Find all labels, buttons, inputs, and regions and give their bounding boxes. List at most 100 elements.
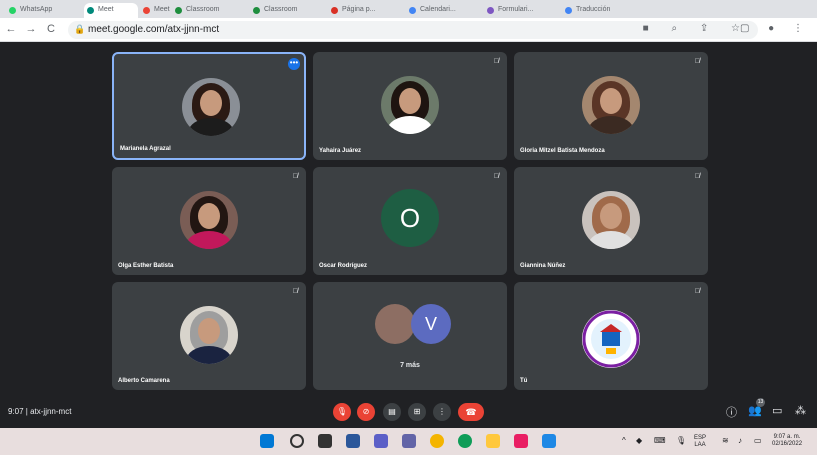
participant-avatar xyxy=(582,76,640,134)
participant-avatar xyxy=(582,191,640,249)
back-icon[interactable]: ← xyxy=(4,22,18,36)
wifi-icon[interactable]: ≋ xyxy=(722,436,729,445)
edge-icon[interactable] xyxy=(458,434,472,448)
mic-toggle-button[interactable]: 🎙 xyxy=(333,403,351,421)
tab-label: Meet xyxy=(98,6,114,13)
tab-label: Calendari... xyxy=(420,6,456,13)
meet-stage: ••• Marianela Agrazal 🎙̸ Yahaira Juárez … xyxy=(0,42,817,396)
more-options-button[interactable]: ⋮ xyxy=(433,403,451,421)
tab-favicon-icon xyxy=(331,7,338,14)
participant-avatar xyxy=(180,306,238,364)
participant-name: Alberto Camarena xyxy=(118,378,170,384)
battery-icon[interactable]: ▭ xyxy=(754,436,762,445)
browser-tab[interactable]: Formulari... xyxy=(484,3,560,18)
participant-avatar xyxy=(381,76,439,134)
browser-tab[interactable]: Classroom xyxy=(250,3,326,18)
tab-label: Classroom xyxy=(264,6,298,13)
language-indicator[interactable]: ESP LAA xyxy=(694,435,706,449)
browser-tab[interactable]: Meet xyxy=(84,3,138,18)
participant-stack: V xyxy=(375,304,455,344)
browser-tab[interactable]: Classroom xyxy=(172,3,248,18)
mic-off-icon: 🎙̸ xyxy=(493,58,499,65)
chrome-icon[interactable] xyxy=(430,434,444,448)
clock[interactable]: 9:07 a. m. 02/16/2022 xyxy=(772,434,802,448)
chat-icon[interactable]: ▭ xyxy=(772,404,782,417)
participant-name: Tú xyxy=(520,378,528,384)
mic-off-icon: 🎙̸ xyxy=(694,288,700,295)
teams-icon[interactable] xyxy=(402,434,416,448)
participant-avatar-letter: O xyxy=(381,189,439,247)
participant-tile[interactable]: 🎙̸ Gloria Mitzel Batista Mendoza xyxy=(514,52,708,160)
tab-favicon-icon xyxy=(487,7,494,14)
participant-avatar xyxy=(182,78,240,136)
address-bar[interactable]: 🔒 meet.google.com/atx-jjnn-mct ■ ⌕ ⇪ ☆ xyxy=(68,21,758,39)
participant-tile[interactable]: 🎙̸ Olga Esther Batista xyxy=(112,167,306,275)
participant-name: Olga Esther Batista xyxy=(118,263,174,269)
mic-off-icon: 🎙̸ xyxy=(292,288,298,295)
more-participants-count: 7 más xyxy=(400,362,420,369)
tab-favicon-icon xyxy=(409,7,416,14)
tab-label: Traducción xyxy=(576,6,611,13)
tab-label: Formulari... xyxy=(498,6,534,13)
tab-favicon-icon xyxy=(9,7,16,14)
participant-tile[interactable]: 🎙̸ O Oscar Rodríguez xyxy=(313,167,507,275)
mic-off-icon: 🎙̸ xyxy=(694,58,700,65)
tab-favicon-icon xyxy=(565,7,572,14)
tab-label: WhatsApp xyxy=(20,6,53,13)
participant-name: Gloria Mitzel Batista Mendoza xyxy=(520,148,605,154)
browser-toolbar: ← → C 🔒 meet.google.com/atx-jjnn-mct ■ ⌕… xyxy=(0,18,817,42)
participant-avatar-letter: V xyxy=(411,304,451,344)
forward-icon[interactable]: → xyxy=(24,22,38,36)
mic-tray-icon[interactable]: 🎙 xyxy=(676,436,686,445)
region-code: LAA xyxy=(694,442,706,448)
tray-app-icon[interactable]: ◆ xyxy=(636,436,642,445)
windows-start-icon[interactable] xyxy=(260,434,274,448)
mic-off-icon: 🎙̸ xyxy=(292,173,298,180)
participant-name: Yahaira Juárez xyxy=(319,148,362,154)
language-code: ESP xyxy=(694,435,707,441)
present-button[interactable]: ⊞ xyxy=(408,403,426,421)
tab-label: Meet xyxy=(154,6,170,13)
search-icon[interactable] xyxy=(290,434,304,448)
windows-taskbar: ^ ◆ ⌨ 🎙 ESP LAA ≋ ♪ ▭ 9:07 a. m. 02/16/2… xyxy=(0,428,817,455)
meeting-details-icon[interactable]: ⓘ xyxy=(726,404,737,420)
browser-tab[interactable]: Meet xyxy=(140,3,170,18)
participant-tile[interactable]: 🎙̸ Alberto Camarena xyxy=(112,282,306,390)
more-participants-tile[interactable]: V 7 más xyxy=(313,282,507,390)
participant-name: Giannina Núñez xyxy=(520,263,566,269)
browser-tab[interactable]: WhatsApp xyxy=(6,3,82,18)
browser-tab[interactable]: Calendari... xyxy=(406,3,482,18)
school-logo-icon xyxy=(582,310,640,368)
photos-icon[interactable] xyxy=(514,434,528,448)
camera-toggle-button[interactable]: ⊘ xyxy=(357,403,375,421)
keyboard-icon[interactable]: ⌨ xyxy=(654,436,666,445)
url-text: meet.google.com/atx-jjnn-mct xyxy=(88,24,220,35)
browser-menu-icons[interactable]: ▢ ● ⋮ xyxy=(740,23,811,34)
people-count-badge: 13 xyxy=(756,398,765,407)
task-view-icon[interactable] xyxy=(318,434,332,448)
volume-icon[interactable]: ♪ xyxy=(738,436,742,445)
participant-avatar xyxy=(375,304,415,344)
participant-tile[interactable]: ••• Marianela Agrazal xyxy=(112,52,306,160)
participant-name: Marianela Agrazal xyxy=(120,146,171,152)
self-tile[interactable]: 🎙̸ Tú xyxy=(514,282,708,390)
browser-tab[interactable]: Página p... xyxy=(328,3,404,18)
tab-label: Página p... xyxy=(342,6,376,13)
activities-icon[interactable]: ⁂ xyxy=(795,404,806,417)
tab-favicon-icon xyxy=(253,7,260,14)
mic-off-icon: 🎙̸ xyxy=(493,173,499,180)
tray-chevron-icon[interactable]: ^ xyxy=(622,436,626,445)
reload-icon[interactable]: C xyxy=(44,22,58,36)
leave-call-button[interactable]: ☎ xyxy=(458,403,484,421)
file-explorer-icon[interactable] xyxy=(486,434,500,448)
clock-date: 02/16/2022 xyxy=(772,441,803,447)
captions-button[interactable]: ▤ xyxy=(383,403,401,421)
store-icon[interactable] xyxy=(542,434,556,448)
participant-tile[interactable]: 🎙̸ Yahaira Juárez xyxy=(313,52,507,160)
participant-tile[interactable]: 🎙̸ Giannina Núñez xyxy=(514,167,708,275)
browser-tab[interactable]: Traducción xyxy=(562,3,638,18)
widgets-icon[interactable] xyxy=(346,434,360,448)
omnibox-actions[interactable]: ■ ⌕ ⇪ ☆ xyxy=(643,23,750,34)
more-options-icon[interactable]: ••• xyxy=(288,58,300,70)
chat-app-icon[interactable] xyxy=(374,434,388,448)
